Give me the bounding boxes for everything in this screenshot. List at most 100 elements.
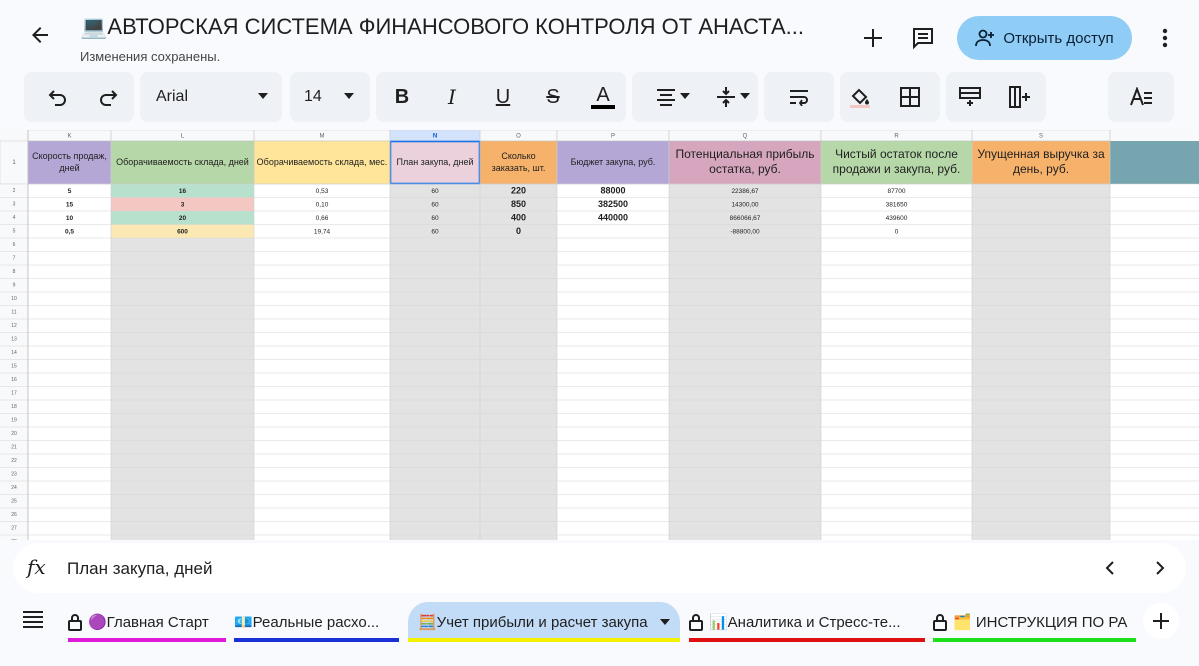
data-cell-q2[interactable]: 22386,67	[731, 188, 758, 195]
sheet-tab-real-expenses[interactable]: 💶Реальные расхо...	[234, 602, 399, 642]
data-cell-p4[interactable]: 440000	[598, 213, 628, 223]
data-cell-p3[interactable]: 382500	[598, 199, 628, 209]
data-cell-q5[interactable]: -88800,00	[730, 228, 760, 235]
text-color-button[interactable]: A	[587, 81, 619, 113]
row-number: 20	[11, 431, 17, 437]
header-cell-label: продажи и закупа, руб.	[833, 162, 961, 176]
data-cell-m2[interactable]: 0,53	[316, 188, 329, 195]
borders-icon[interactable]	[894, 81, 926, 113]
horizontal-align-icon[interactable]	[650, 81, 682, 113]
vertical-align-icon[interactable]	[710, 81, 742, 113]
row-number: 14	[11, 350, 17, 356]
history-group	[24, 72, 134, 122]
data-cell-m4[interactable]: 0,66	[316, 215, 329, 222]
tab-color-bar	[68, 638, 226, 642]
data-cell-l5[interactable]: 600	[177, 228, 188, 235]
data-cell-r5[interactable]: 0	[895, 228, 899, 235]
data-cell-n5[interactable]: 60	[431, 228, 439, 235]
sheet-tab-label: 🧮Учет прибыли и расчет закупа	[418, 614, 648, 631]
tab-dropdown-icon[interactable]	[659, 619, 670, 625]
column-header-label: S	[1039, 134, 1043, 140]
data-cell-m3[interactable]: 0,10	[316, 201, 329, 208]
fill-color-icon[interactable]	[844, 81, 876, 113]
data-cell-l4[interactable]: 20	[179, 215, 187, 222]
font-size-select[interactable]: 14	[290, 72, 370, 122]
add-icon[interactable]	[857, 22, 889, 54]
font-dropdown-icon	[258, 93, 268, 99]
data-cell-k4[interactable]: 10	[66, 215, 74, 222]
row-number: 4	[13, 215, 16, 221]
chevron-left-icon[interactable]	[1097, 555, 1123, 581]
grid-canvas[interactable]: K L M N O P Q R S1Скорость продаж,днейОборачивае…	[0, 130, 1199, 540]
header-cell-label: день, руб.	[1013, 162, 1069, 176]
row-number: 6	[13, 242, 16, 248]
data-cell-k2[interactable]: 5	[68, 188, 72, 195]
sheet-tab-profit-accounting[interactable]: 🧮Учет прибыли и расчет закупа	[408, 602, 680, 642]
data-cell-r4[interactable]: 439600	[886, 215, 908, 222]
column-header-label: Q	[743, 134, 748, 140]
row-number: 16	[11, 377, 17, 383]
back-arrow-icon[interactable]	[24, 22, 56, 54]
all-sheets-menu-icon[interactable]	[22, 610, 54, 636]
text-wrap-icon[interactable]	[783, 81, 815, 113]
row-number: 8	[13, 269, 16, 275]
data-cell-n4[interactable]: 60	[431, 215, 439, 222]
bold-button[interactable]: B	[386, 81, 418, 113]
row-number: 22	[11, 458, 17, 464]
data-cell-o4[interactable]: 400	[511, 213, 526, 223]
row-number: 9	[13, 283, 16, 289]
lock-icon	[68, 614, 82, 631]
row-number: 11	[11, 310, 16, 316]
text-format-icon[interactable]	[1125, 81, 1157, 113]
italic-button[interactable]: I	[436, 81, 468, 113]
tab-color-bar	[234, 638, 399, 642]
spreadsheet-app: 💻АВТОРСКАЯ СИСТЕМА ФИНАНСОВОГО КОНТРОЛЯ …	[0, 0, 1199, 666]
header-cell-label: Чистый остаток после	[835, 147, 958, 161]
data-cell-l2[interactable]: 16	[179, 188, 187, 195]
column-header-label: R	[894, 134, 899, 140]
undo-icon[interactable]	[42, 81, 74, 113]
strikethrough-button[interactable]: S	[537, 81, 569, 113]
data-cell-o5[interactable]: 0	[516, 226, 521, 236]
data-cell-r2[interactable]: 87700	[887, 188, 905, 195]
insert-row-icon[interactable]	[954, 81, 986, 113]
comment-icon[interactable]	[907, 22, 939, 54]
font-family-select[interactable]: Arial	[140, 72, 282, 122]
data-cell-r3[interactable]: 381650	[886, 201, 908, 208]
text-style-group: B I U S A	[376, 72, 626, 122]
data-cell-q4[interactable]: 866066,67	[730, 215, 761, 222]
share-button[interactable]: Открыть доступ	[957, 16, 1132, 60]
data-cell-p2[interactable]: 88000	[600, 186, 625, 196]
header-cell-label: Потенциальная прибыль	[676, 147, 815, 161]
formula-bar[interactable]: fx План закупа, дней	[13, 543, 1186, 593]
add-sheet-button[interactable]	[1143, 603, 1179, 639]
column-header-label: N	[433, 134, 437, 140]
sheet-tab-label: 🗂️ ИНСТРУКЦИЯ ПО РА	[953, 614, 1128, 631]
data-cell-o3[interactable]: 850	[511, 199, 526, 209]
document-title[interactable]: 💻АВТОРСКАЯ СИСТЕМА ФИНАНСОВОГО КОНТРОЛЯ …	[80, 14, 840, 40]
shaded-column-n	[390, 184, 480, 540]
data-cell-m5[interactable]: 19,74	[314, 228, 331, 235]
sheet-tab-analytics[interactable]: 📊Аналитика и Стресс-те...	[689, 602, 925, 642]
sheet-tab-instructions[interactable]: 🗂️ ИНСТРУКЦИЯ ПО РА	[933, 602, 1136, 642]
chevron-right-icon[interactable]	[1147, 555, 1173, 581]
data-cell-l3[interactable]: 3	[181, 201, 185, 208]
data-cell-q3[interactable]: 14300,00	[731, 201, 758, 208]
row-number: 12	[11, 323, 17, 329]
data-cell-k5[interactable]: 0,5	[65, 228, 74, 235]
spreadsheet-grid[interactable]: K L M N O P Q R S 1 Скорость продаж, дней Оборачивае…	[0, 130, 1199, 540]
data-cell-k3[interactable]: 15	[66, 201, 74, 208]
underline-button[interactable]: U	[487, 81, 519, 113]
row-number: 24	[11, 485, 17, 491]
data-cell-o2[interactable]: 220	[511, 186, 526, 196]
insert-column-icon[interactable]	[1004, 81, 1036, 113]
redo-icon[interactable]	[92, 81, 124, 113]
header-cell-label: Упущенная выручка за	[977, 147, 1105, 161]
data-cell-n2[interactable]: 60	[431, 188, 439, 195]
sheet-tab-main-start[interactable]: 🟣Главная Старт	[68, 602, 226, 642]
more-vert-icon[interactable]	[1149, 22, 1181, 54]
formula-content[interactable]: План закупа, дней	[67, 559, 212, 579]
lock-icon	[689, 614, 703, 631]
row-number: 27	[11, 526, 17, 532]
data-cell-n3[interactable]: 60	[431, 201, 439, 208]
